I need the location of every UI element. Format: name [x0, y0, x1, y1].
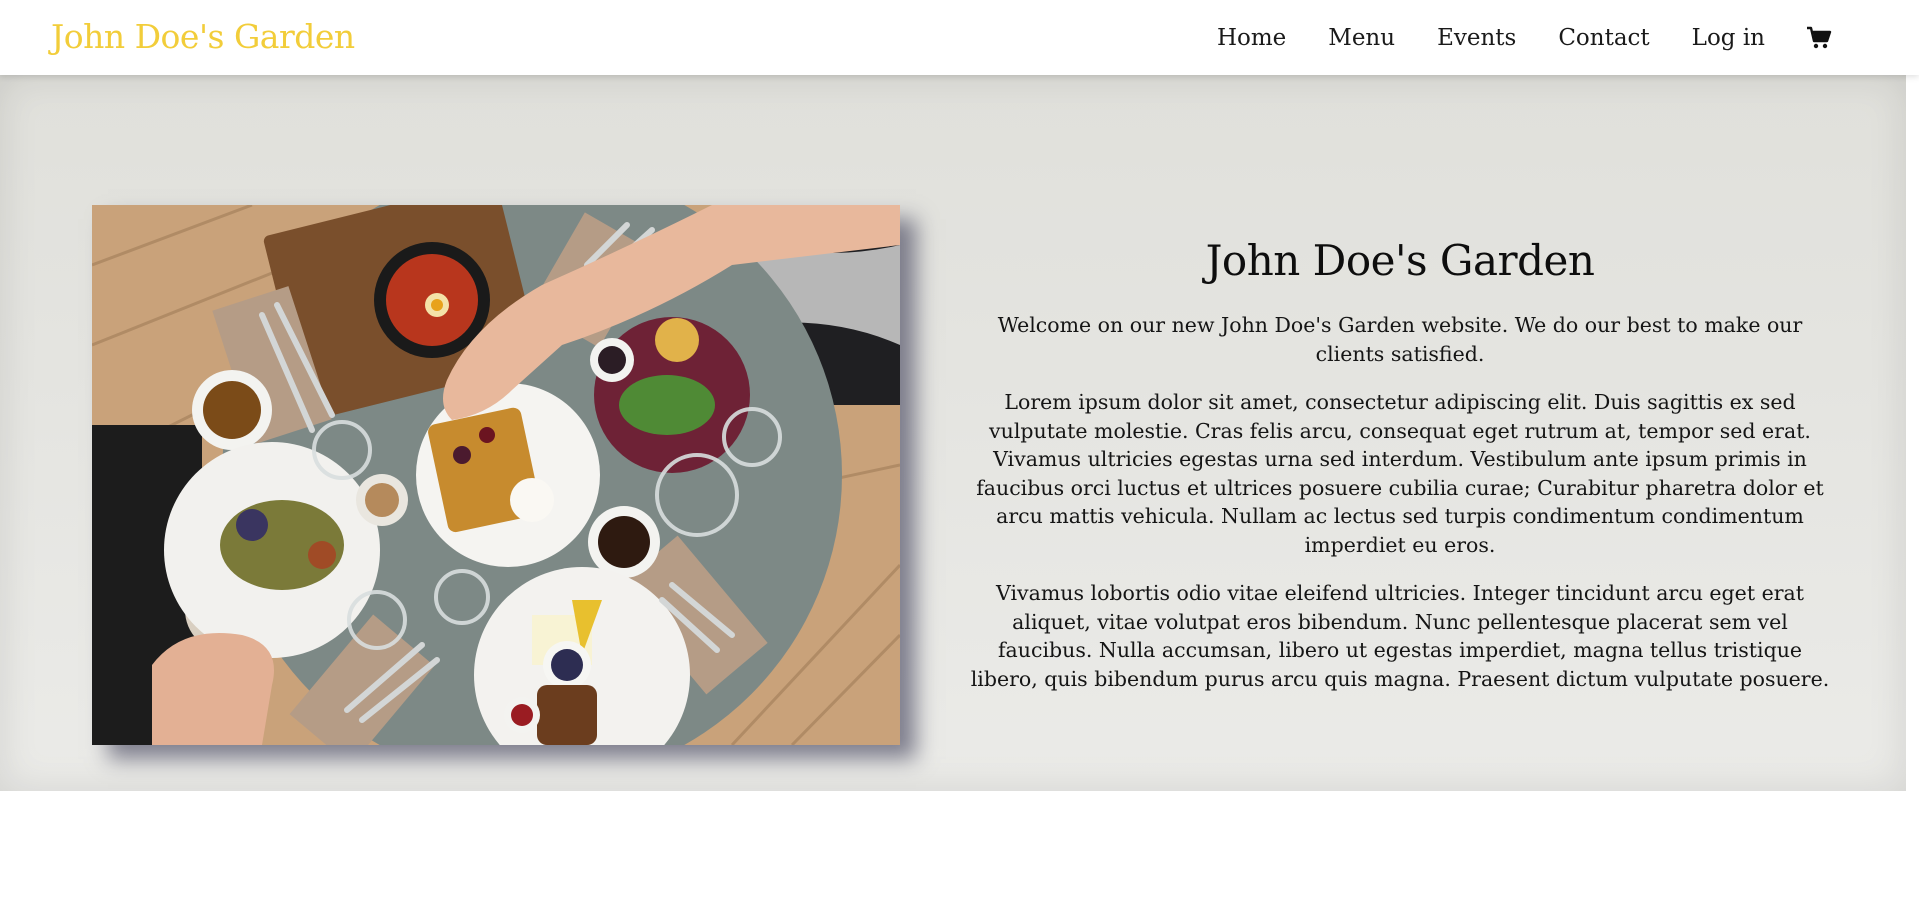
page-title: John Doe's Garden	[1205, 236, 1595, 285]
nav-login[interactable]: Log in	[1692, 23, 1765, 53]
body-paragraph: Lorem ipsum dolor sit amet, consectetur …	[976, 390, 1824, 557]
nav-events[interactable]: Events	[1437, 23, 1516, 53]
nav-contact[interactable]: Contact	[1558, 23, 1649, 53]
shopping-cart-icon[interactable]	[1805, 23, 1833, 53]
nav-home[interactable]: Home	[1217, 23, 1286, 53]
hero-section: John Doe's Garden Welcome on our new Joh…	[0, 75, 1906, 791]
nav-menu[interactable]: Menu	[1328, 23, 1395, 53]
welcome-paragraph: Welcome on our new John Doe's Garden web…	[997, 313, 1803, 366]
food-table-image	[92, 205, 900, 745]
hero-content: John Doe's Garden Welcome on our new Joh…	[970, 235, 1830, 713]
body-paragraph: Vivamus lobortis odio vitae eleifend ult…	[970, 581, 1830, 691]
main-nav: Home Menu Events Contact Log in	[1175, 23, 1833, 53]
top-navbar: John Doe's Garden Home Menu Events Conta…	[0, 0, 1919, 75]
brand-logo[interactable]: John Doe's Garden	[51, 17, 355, 57]
